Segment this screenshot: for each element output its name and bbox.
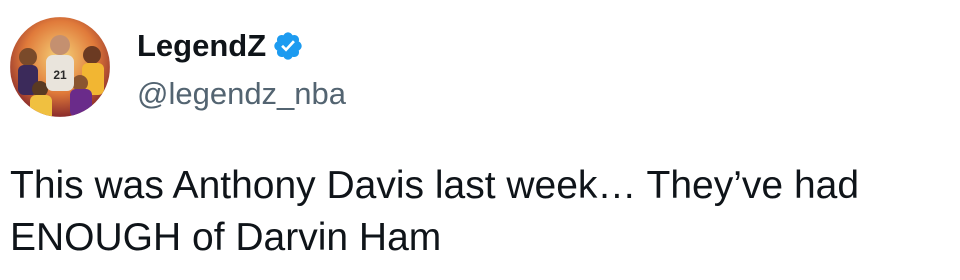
user-handle[interactable]: @legendz_nba xyxy=(137,74,346,114)
avatar-illustration: 21 xyxy=(10,17,110,117)
verified-badge-icon xyxy=(272,30,304,62)
display-name[interactable]: LegendZ xyxy=(137,26,266,66)
user-name-row: LegendZ xyxy=(137,26,304,66)
avatar[interactable]: 21 xyxy=(10,17,110,117)
svg-text:21: 21 xyxy=(53,68,67,82)
tweet-text: This was Anthony Davis last week… They’v… xyxy=(10,164,860,259)
